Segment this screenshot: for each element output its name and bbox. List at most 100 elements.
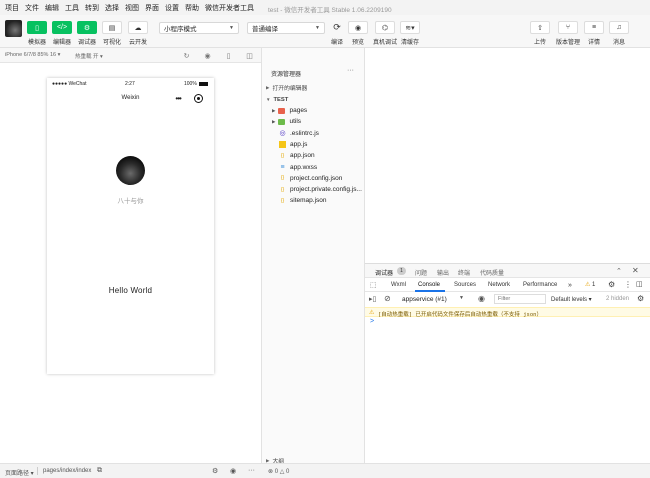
preview-button[interactable]: ◉ 预览 [347, 21, 369, 46]
more-icon[interactable]: ··· [248, 467, 255, 474]
compile-select[interactable]: 普通编译 ▼ [247, 22, 325, 34]
file-item[interactable]: {} app.json [262, 150, 365, 161]
gear-icon[interactable]: ⚙ [608, 280, 615, 289]
console-filter-input[interactable] [494, 294, 546, 304]
device-select[interactable]: iPhone 6/7/8 85% 16 ▾ [5, 52, 60, 58]
hidden-count: 2 hidden [606, 296, 630, 302]
tab-performance[interactable]: Performance [523, 282, 557, 288]
visual-label: 可视化 [102, 40, 121, 46]
kebab-menu-icon[interactable]: ⋮ [624, 280, 632, 289]
tab-terminal[interactable]: 终端 [458, 268, 470, 277]
debug-icon: ⚙ [77, 21, 97, 34]
file-item[interactable]: ≡ app.wxss [262, 162, 365, 173]
menu-settings[interactable]: 设置 [165, 3, 179, 13]
collapse-icon[interactable]: ⌃ [616, 267, 622, 275]
hello-world-text: Hello World [108, 286, 153, 295]
close-capsule-icon[interactable] [193, 93, 203, 103]
tab-problems[interactable]: 问题 [415, 268, 427, 277]
file-item[interactable]: ▶ utils [262, 116, 365, 127]
menu-project[interactable]: 项目 [5, 3, 19, 13]
menu-devtools[interactable]: 微信开发者工具 [205, 3, 254, 13]
tab-code-quality[interactable]: 代码质量 [480, 268, 504, 277]
dock-icon[interactable]: ◫ [636, 280, 643, 288]
version-label: 版本管理 [556, 40, 581, 46]
more-icon[interactable]: ··· [347, 67, 354, 74]
messages-button[interactable]: ♫ 消息 [608, 21, 630, 46]
device-debug-button[interactable]: ⌬ 真机调试 [373, 21, 397, 46]
file-item[interactable]: {} sitemap.json [262, 195, 365, 206]
file-item[interactable]: {} project.config.json [262, 173, 365, 184]
main-toolbar: ▯ 模拟器 </> 编辑器 ⚙ 调试器 ▤ 可视化 ☁ 云开发 小程序模式 ▼ … [0, 15, 650, 48]
eye-icon[interactable]: ◉ [230, 467, 236, 475]
record-icon[interactable]: ◉ [203, 51, 212, 60]
tab-wxml[interactable]: Wxml [391, 282, 406, 288]
simulator-button[interactable]: ▯ 模拟器 [26, 21, 48, 46]
console-prompt[interactable]: > [370, 318, 374, 325]
context-select[interactable]: appservice (#1) ▼ [398, 294, 468, 304]
clear-console-icon[interactable]: ⊘ [384, 294, 391, 303]
close-icon[interactable]: ✕ [632, 266, 639, 275]
cloud-label: 云开发 [128, 40, 147, 46]
tab-debugger[interactable]: 调试器 [375, 268, 393, 277]
project-section[interactable]: ▼ TEST [262, 94, 365, 105]
branch-icon: ⑂ [558, 21, 578, 34]
menu-help[interactable]: 帮助 [185, 3, 199, 13]
menu-tools[interactable]: 工具 [65, 3, 79, 13]
divider [37, 467, 38, 475]
editor-button[interactable]: </> 编辑器 [51, 21, 73, 46]
phone-frame-icon[interactable]: ▯ [224, 51, 233, 60]
chevron-right-icon: ▶ [272, 107, 276, 113]
visual-button[interactable]: ▤ 可视化 [101, 21, 123, 46]
carrier-text: ●●●●● WeChat [52, 81, 87, 87]
menu-goto[interactable]: 转到 [85, 3, 99, 13]
copy-icon[interactable]: ⧉ [97, 467, 102, 475]
menu-file[interactable]: 文件 [25, 3, 39, 13]
open-editors-label: 打开的编辑器 [272, 86, 308, 92]
file-item[interactable]: app.js [262, 139, 365, 150]
window-icon[interactable]: ◫ [245, 51, 254, 60]
clear-cache-label: 清缓存 [400, 40, 419, 46]
menu-view[interactable]: 视图 [125, 3, 139, 13]
details-button[interactable]: ≡ 详情 [583, 21, 605, 46]
menu-interface[interactable]: 界面 [145, 3, 159, 13]
eye-icon[interactable]: ◉ [478, 294, 485, 303]
user-avatar[interactable] [5, 20, 22, 37]
tab-sources[interactable]: Sources [454, 282, 476, 288]
compile-button[interactable]: ⟳ 编译 [326, 21, 348, 46]
warning-count[interactable]: 1 [592, 282, 595, 288]
tab-output[interactable]: 输出 [437, 268, 449, 277]
layers-icon: ≋▾ [400, 21, 420, 34]
gear-icon[interactable]: ⚙ [637, 294, 644, 303]
upload-icon: ⇧ [530, 21, 550, 34]
page-path-label[interactable]: 页面路径 ▾ [5, 468, 34, 477]
file-item[interactable]: {} project.private.config.js... [262, 184, 365, 195]
cloud-button[interactable]: ☁ 云开发 [127, 21, 149, 46]
device-debug-icon: ⌬ [375, 21, 395, 34]
file-item[interactable]: ▶ pages [262, 105, 365, 116]
tab-network[interactable]: Network [488, 282, 510, 288]
editor-area[interactable] [365, 48, 650, 263]
menu-select[interactable]: 选择 [105, 3, 119, 13]
settings-icon[interactable]: ⚙ [212, 467, 218, 475]
file-name: app.js [290, 140, 308, 148]
menu-edit[interactable]: 编辑 [45, 3, 59, 13]
tab-console[interactable]: Console [418, 282, 440, 288]
version-button[interactable]: ⑂ 版本管理 [556, 21, 581, 46]
upload-button[interactable]: ⇧ 上传 [529, 21, 551, 46]
eye-icon: ◉ [348, 21, 368, 34]
more-icon[interactable]: ••• [175, 94, 181, 103]
mode-select[interactable]: 小程序模式 ▼ [159, 22, 239, 34]
debugger-button[interactable]: ⚙ 调试器 [76, 21, 98, 46]
compile-select-value: 普通编译 [252, 26, 278, 33]
error-warning-counts[interactable]: ⊗ 0 △ 0 [268, 468, 289, 475]
hot-reload-select[interactable]: 热重载 开 ▾ [75, 52, 103, 60]
open-editors-section[interactable]: ▶ 打开的编辑器 [262, 82, 365, 93]
rotate-icon[interactable]: ↻ [182, 51, 191, 60]
inspect-icon[interactable]: ⬚ [370, 281, 377, 289]
sidebar-toggle-icon[interactable]: ▸▯ [369, 295, 376, 303]
log-levels-select[interactable]: Default levels ▾ [551, 296, 592, 303]
file-item[interactable]: ◎ .eslintrc.js [262, 128, 365, 139]
capsule-menu: ••• [169, 91, 209, 105]
clear-cache-button[interactable]: ≋▾ 清缓存 [399, 21, 421, 46]
more-tabs-icon[interactable]: » [568, 282, 572, 289]
